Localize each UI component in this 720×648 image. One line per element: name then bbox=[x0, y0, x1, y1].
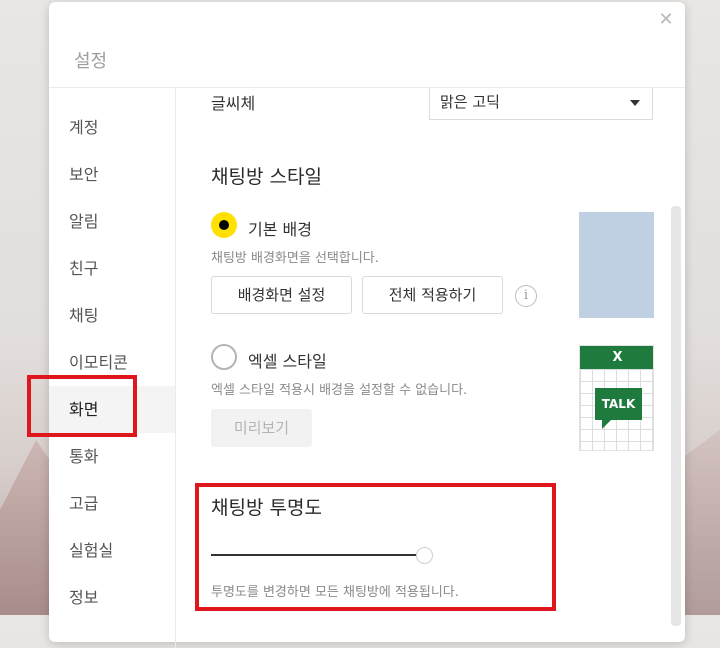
sidebar-item-notifications[interactable]: 알림 bbox=[49, 198, 175, 245]
excel-style-desc: 엑셀 스타일 적용시 배경을 설정할 수 없습니다. bbox=[211, 383, 468, 398]
sidebar-item-account[interactable]: 계정 bbox=[49, 104, 175, 151]
settings-dialog: ✕ 설정 계정 보안 알림 친구 채팅 이모티콘 화면 통화 고급 실험실 정보… bbox=[49, 2, 685, 648]
transparency-title: 채팅방 투명도 bbox=[211, 497, 322, 519]
settings-sidebar: 계정 보안 알림 친구 채팅 이모티콘 화면 통화 고급 실험실 정보 bbox=[49, 88, 175, 648]
sidebar-item-friends[interactable]: 친구 bbox=[49, 245, 175, 292]
talk-bubble-tail bbox=[602, 419, 612, 429]
basic-background-label[interactable]: 기본 배경 bbox=[248, 216, 312, 240]
preview-button[interactable]: 미리보기 bbox=[211, 409, 312, 447]
radio-excel-style[interactable] bbox=[211, 344, 237, 370]
close-icon[interactable]: ✕ bbox=[658, 11, 674, 29]
sidebar-item-security[interactable]: 보안 bbox=[49, 151, 175, 198]
background-preview-thumbnail[interactable] bbox=[579, 212, 654, 318]
transparency-desc: 투명도를 변경하면 모든 채팅방에 적용됩니다. bbox=[211, 585, 459, 600]
sidebar-item-emoticons[interactable]: 이모티콘 bbox=[49, 339, 175, 386]
font-select[interactable]: 맑은 고딕 bbox=[429, 88, 653, 120]
apply-all-button[interactable]: 전체 적용하기 bbox=[362, 276, 503, 314]
talk-bubble-icon: TALK bbox=[595, 388, 642, 420]
sidebar-item-chats[interactable]: 채팅 bbox=[49, 292, 175, 339]
chat-style-title: 채팅방 스타일 bbox=[211, 166, 322, 188]
dialog-title: 설정 bbox=[74, 51, 108, 72]
sidebar-item-info[interactable]: 정보 bbox=[49, 574, 175, 621]
sidebar-item-labs[interactable]: 실험실 bbox=[49, 527, 175, 574]
sidebar-item-display[interactable]: 화면 bbox=[49, 386, 175, 433]
font-label: 글씨체 bbox=[211, 94, 256, 113]
sidebar-item-advanced[interactable]: 고급 bbox=[49, 480, 175, 527]
basic-background-desc: 채팅방 배경화면을 선택합니다. bbox=[211, 251, 379, 266]
scrollbar[interactable] bbox=[671, 206, 681, 626]
set-background-button[interactable]: 배경화면 설정 bbox=[211, 276, 352, 314]
font-select-value: 맑은 고딕 bbox=[440, 93, 500, 111]
chevron-down-icon bbox=[630, 100, 640, 106]
excel-style-label[interactable]: 엑셀 스타일 bbox=[248, 348, 327, 372]
transparency-slider-track[interactable] bbox=[211, 554, 426, 556]
radio-dot bbox=[219, 220, 229, 230]
display-settings-panel: 글씨체 맑은 고딕 채팅방 스타일 기본 배경 채팅방 배경화면을 선택합니다.… bbox=[176, 88, 685, 648]
transparency-slider-thumb[interactable] bbox=[416, 547, 433, 564]
excel-logo-icon: X bbox=[580, 346, 653, 369]
excel-style-thumbnail[interactable]: X TALK bbox=[579, 345, 654, 451]
radio-basic-background[interactable] bbox=[211, 212, 237, 238]
sidebar-item-calls[interactable]: 통화 bbox=[49, 433, 175, 480]
info-icon[interactable]: i bbox=[515, 285, 537, 307]
